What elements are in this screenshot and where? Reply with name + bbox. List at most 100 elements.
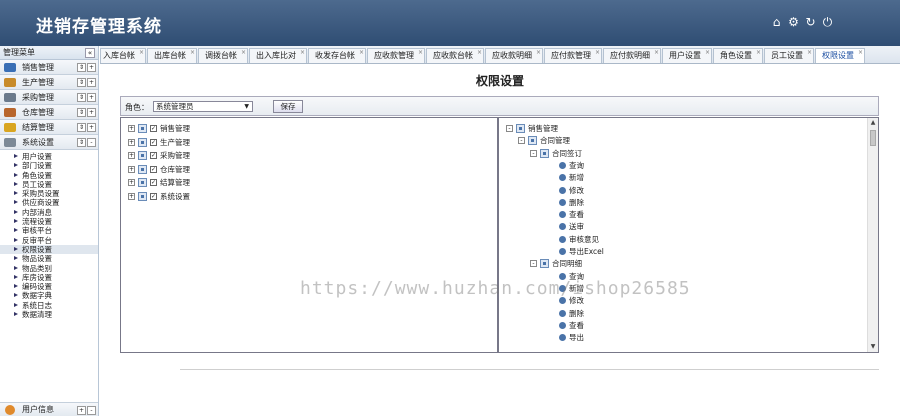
close-icon[interactable]: × [300,50,305,56]
expand-icon[interactable]: ⇕ [77,78,86,87]
close-icon[interactable]: × [241,50,246,56]
save-button[interactable]: 保存 [273,100,303,113]
collapse-icon[interactable]: + [87,108,96,117]
close-icon[interactable]: × [418,50,423,56]
checkbox[interactable]: ✓ [150,165,157,173]
checkbox[interactable]: ✓ [150,152,157,159]
expand-icon[interactable]: + [128,138,135,146]
checkbox[interactable]: ✓ [150,179,157,186]
sidebar-item[interactable]: 库房设置 [0,273,98,282]
scroll-thumb[interactable] [870,130,876,146]
tab[interactable]: 收发存台帐 × [308,48,366,63]
tree-node[interactable]: 查看 [559,209,584,220]
tree-node[interactable]: 修改 [559,185,584,196]
scrollbar[interactable]: ▲ ▼ [867,118,878,352]
checkbox[interactable]: ✓ [150,138,157,146]
sidebar-item[interactable]: 员工设置 [0,180,98,189]
expand-icon[interactable]: ⇕ [77,93,86,102]
collapse-icon[interactable]: - [87,406,96,415]
power-icon[interactable]: ⏻ [821,16,834,29]
close-icon[interactable]: × [654,50,659,56]
tree-node[interactable]: + ✓ 生产管理 [128,137,190,148]
close-icon[interactable]: × [190,50,195,56]
sidebar-collapse-button[interactable]: « [85,48,95,58]
tree-node[interactable]: 审核意见 [559,234,599,245]
tab[interactable]: 应收款台帐 × [426,48,484,63]
user-info-panel[interactable]: 用户信息 + - [0,402,98,416]
tree-node[interactable]: + ✓ 销售管理 [128,123,190,134]
sidebar-item[interactable]: 数据清理 [0,310,98,319]
tab[interactable]: 权限设置 × [815,48,865,63]
expand-icon[interactable]: + [128,179,135,186]
tree-node[interactable]: - 合同管理 [518,135,570,146]
sidebar-item[interactable]: 内部消息 [0,208,98,217]
close-icon[interactable]: × [595,50,600,56]
collapse-icon[interactable]: - [518,137,525,145]
sidebar-item[interactable]: 数据字典 [0,291,98,300]
sidebar-item[interactable]: 供应商设置 [0,198,98,207]
expand-icon[interactable]: ⇕ [77,138,86,147]
tree-node[interactable]: + ✓ 仓库管理 [128,164,190,175]
tab[interactable]: 员工设置 × [764,48,814,63]
expand-icon[interactable]: + [128,152,135,159]
tree-node[interactable]: + ✓ 结算管理 [128,177,190,188]
tab[interactable]: 出库台帐 × [147,48,197,63]
checkbox[interactable]: ✓ [150,192,157,200]
tree-node[interactable]: + ✓ 采购管理 [128,150,190,161]
close-icon[interactable]: × [705,50,710,56]
home-icon[interactable]: ⌂ [770,16,783,29]
sidebar-item[interactable]: 审核平台 [0,226,98,235]
tree-node[interactable]: 导出Excel [559,246,604,257]
tree-node[interactable]: 新增 [559,172,584,183]
expand-icon[interactable]: + [128,192,135,200]
sidebar-group[interactable]: 销售管理 ⇕ + [0,60,98,75]
expand-icon[interactable]: ⇕ [77,63,86,72]
tab[interactable]: 角色设置 × [713,48,763,63]
sidebar-item[interactable]: 权限设置 [0,244,98,255]
close-icon[interactable]: × [807,50,812,56]
tree-node[interactable]: 查看 [559,320,584,331]
sidebar-item[interactable]: 物品设置 [0,254,98,263]
tab[interactable]: 应付款明细 × [603,48,661,63]
sidebar-item[interactable]: 角色设置 [0,171,98,180]
collapse-icon[interactable]: - [530,260,537,268]
tab[interactable]: 应收款明细 × [485,48,543,63]
role-select[interactable]: 系统管理员 ▼ [153,101,253,112]
sidebar-item[interactable]: 流程设置 [0,217,98,226]
tree-node[interactable]: - 合同签订 [530,148,582,159]
expand-icon[interactable]: + [128,165,135,173]
sidebar-item[interactable]: 系统日志 [0,301,98,310]
tree-node[interactable]: 删除 [559,197,584,208]
sidebar-item[interactable]: 物品类别 [0,264,98,273]
tree-node[interactable]: 删除 [559,308,584,319]
sidebar-item[interactable]: 反审平台 [0,236,98,245]
close-icon[interactable]: × [756,50,761,56]
sidebar-group[interactable]: 系统设置 ⇕ - [0,135,98,150]
tree-node[interactable]: 送审 [559,221,584,232]
sidebar-group[interactable]: 生产管理 ⇕ + [0,75,98,90]
collapse-icon[interactable]: + [87,123,96,132]
sidebar-group[interactable]: 结算管理 ⇕ + [0,120,98,135]
close-icon[interactable]: × [477,50,482,56]
tab[interactable]: 应付款管理 × [544,48,602,63]
tree-node[interactable]: - 销售管理 [506,123,558,134]
scroll-down-icon[interactable]: ▼ [868,342,878,352]
expand-icon[interactable]: ⇕ [77,108,86,117]
scroll-up-icon[interactable]: ▲ [868,118,878,128]
expand-icon[interactable]: + [128,125,135,132]
refresh-icon[interactable]: ↻ [804,16,817,29]
checkbox[interactable]: ✓ [150,125,157,132]
tab[interactable]: 出入库比对 × [249,48,307,63]
collapse-icon[interactable]: - [506,125,513,132]
tab[interactable]: 入库台帐 × [100,48,146,63]
tree-node[interactable]: 查询 [559,160,584,171]
close-icon[interactable]: × [139,50,144,56]
tab[interactable]: 调拨台帐 × [198,48,248,63]
tree-node[interactable]: + ✓ 系统设置 [128,191,190,202]
collapse-icon[interactable]: + [87,78,96,87]
sidebar-group[interactable]: 仓库管理 ⇕ + [0,105,98,120]
sidebar-item[interactable]: 部门设置 [0,161,98,170]
close-icon[interactable]: × [359,50,364,56]
gear-icon[interactable]: ⚙ [787,16,800,29]
close-icon[interactable]: × [858,50,863,56]
